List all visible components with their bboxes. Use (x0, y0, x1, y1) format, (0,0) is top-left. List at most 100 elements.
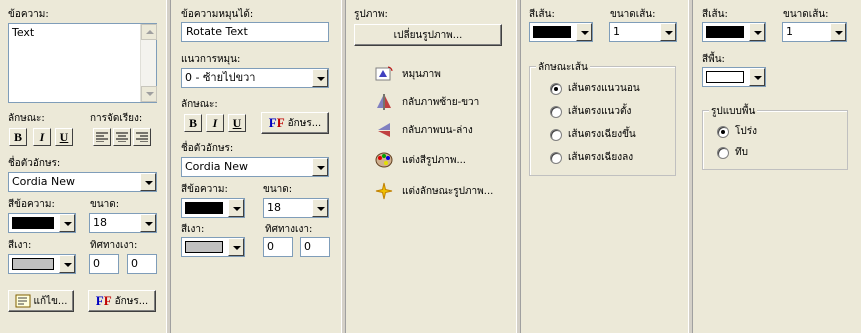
style-label: ลักษณะ: (8, 113, 45, 124)
radio-diagonal-up[interactable]: เส้นตรงเฉียงขึ้น (550, 127, 636, 142)
italic-button[interactable]: I (33, 128, 51, 146)
change-image-button[interactable]: เปลี่ยนรูปภาพ... (354, 24, 502, 46)
text-color-swatch (185, 202, 223, 214)
radio-vertical[interactable]: เส้นตรงแนวตั้ง (550, 104, 631, 119)
underline-button[interactable]: U (55, 128, 73, 146)
linesize-select[interactable]: 1 (782, 22, 847, 42)
text-properties-panel: ข้อความ: Text ลักษณะ: การจัดเรียง: B I U… (0, 0, 166, 333)
shadowcolor-select[interactable] (8, 254, 76, 274)
palette-icon (374, 150, 394, 170)
radio-unchecked-icon (717, 146, 729, 159)
chevron-down-icon[interactable] (228, 199, 244, 217)
radio-opaque-label: ทึบ (735, 147, 748, 158)
font-button[interactable]: FF อักษร... (261, 112, 329, 134)
shadowdir-label: ทิศทางเงา: (90, 240, 138, 251)
recolor-label: แต่งสีรูปภาพ... (402, 154, 466, 166)
linesize-select[interactable]: 1 (609, 22, 677, 42)
shadow-x-input[interactable]: 0 (263, 237, 293, 257)
flip-vertical-action[interactable]: กลับภาพบน-ล่าง (374, 120, 473, 140)
size-label: ขนาด: (263, 184, 293, 195)
shadow-label: สีเงา: (181, 224, 205, 235)
fontname-select[interactable]: Cordia New (181, 157, 329, 177)
size-select[interactable]: 18 (89, 213, 157, 233)
chevron-down-icon[interactable] (312, 69, 328, 87)
textcolor-select[interactable] (181, 198, 245, 218)
rotate-image-label: หมุนภาพ (402, 68, 441, 80)
fillcolor-select[interactable] (702, 67, 766, 87)
shadow-y-input[interactable]: 0 (300, 237, 330, 257)
bold-button[interactable]: B (184, 114, 202, 132)
image-effects-action[interactable]: แต่งลักษณะรูปภาพ... (374, 181, 493, 201)
chevron-down-icon[interactable] (312, 199, 328, 217)
chevron-down-icon[interactable] (749, 68, 765, 86)
linesize-label: ขนาดเส้น: (610, 9, 656, 20)
radio-diagonal-down[interactable]: เส้นตรงเฉียงลง (550, 150, 633, 165)
shadow-x-input[interactable]: 0 (89, 254, 119, 274)
shadow-color-swatch (185, 241, 223, 253)
recolor-action[interactable]: แต่งสีรูปภาพ... (374, 150, 466, 170)
flip-vertical-icon (374, 120, 394, 140)
chevron-down-icon[interactable] (576, 23, 592, 41)
chevron-down-icon[interactable] (228, 238, 244, 256)
scroll-down-icon[interactable] (141, 86, 157, 102)
font-icon: FF (95, 293, 112, 308)
linecolor-select[interactable] (529, 22, 593, 42)
textcolor-select[interactable] (8, 213, 76, 233)
bgstyle-group: รูปแบบพื้น (702, 104, 848, 170)
font-button-label: อักษร... (287, 117, 322, 129)
chevron-down-icon[interactable] (59, 214, 75, 232)
rotate-text-input[interactable]: Rotate Text (181, 22, 329, 42)
chevron-down-icon[interactable] (749, 23, 765, 41)
linecolor-label: สีเส้น: (702, 9, 728, 20)
image-effects-label: แต่งลักษณะรูปภาพ... (402, 185, 494, 197)
bgstyle-group-title: รูปแบบพื้น (709, 104, 758, 119)
chevron-down-icon[interactable] (140, 214, 156, 232)
shadowcolor-select[interactable] (181, 237, 245, 257)
flip-horizontal-label: กลับภาพซ้าย-ขวา (402, 96, 480, 108)
underline-button[interactable]: U (228, 114, 246, 132)
rotate-image-icon (374, 64, 394, 84)
radio-opaque[interactable]: ทึบ (717, 145, 748, 160)
direction-label: แนวการหมุน: (181, 54, 241, 65)
message-textarea[interactable]: Text (8, 23, 157, 103)
size-value: 18 (93, 216, 107, 229)
flip-horizontal-icon (374, 92, 394, 112)
align-buttons (93, 128, 153, 146)
rotate-text-panel: ข้อความหมุนได้: Rotate Text แนวการหมุน: … (171, 0, 341, 333)
image-properties-panel: รูปภาพ: เปลี่ยนรูปภาพ... หมุนภาพ กลับภาพ… (346, 0, 516, 333)
italic-button[interactable]: I (206, 114, 224, 132)
linesize-value: 1 (786, 25, 793, 38)
chevron-down-icon[interactable] (830, 23, 846, 41)
align-center-icon[interactable] (113, 128, 131, 146)
radio-transparent[interactable]: โปร่ง (717, 124, 757, 139)
radio-horizontal[interactable]: เส้นตรงแนวนอน (550, 81, 640, 96)
edit-button[interactable]: แก้ไข... (8, 290, 74, 312)
align-left-icon[interactable] (93, 128, 111, 146)
fontname-label: ชื่อตัวอักษร: (8, 158, 61, 169)
chevron-down-icon[interactable] (59, 255, 75, 273)
rotate-image-action[interactable]: หมุนภาพ (374, 64, 441, 84)
chevron-down-icon[interactable] (312, 158, 328, 176)
fontname-value: Cordia New (185, 160, 249, 173)
font-button[interactable]: FF อักษร... (88, 290, 156, 312)
shadowdir-label: ทิศทางเงา: (265, 224, 313, 235)
font-button-label: อักษร... (114, 295, 149, 307)
linecolor-select[interactable] (702, 22, 766, 42)
direction-select[interactable]: 0 - ซ้ายไปขวา (181, 68, 329, 88)
scroll-up-icon[interactable] (141, 24, 157, 40)
message-scrollbar[interactable] (140, 24, 157, 102)
shadow-y-input[interactable]: 0 (127, 254, 157, 274)
align-right-icon[interactable] (133, 128, 151, 146)
size-select[interactable]: 18 (263, 198, 329, 218)
chevron-down-icon[interactable] (660, 23, 676, 41)
sparkle-icon (374, 181, 394, 201)
line-color-swatch (706, 26, 744, 38)
chevron-down-icon[interactable] (140, 173, 156, 191)
direction-value: 0 - ซ้ายไปขวา (185, 71, 256, 84)
linesize-label: ขนาดเส้น: (783, 9, 829, 20)
fontname-select[interactable]: Cordia New (8, 172, 157, 192)
shadow-color-swatch (12, 258, 54, 270)
shape-properties-panel: สีเส้น: ขนาดเส้น: 1 สีพื้น: รูปแบบพื้น โ… (693, 0, 861, 333)
bold-button[interactable]: B (9, 128, 27, 146)
flip-horizontal-action[interactable]: กลับภาพซ้าย-ขวา (374, 92, 479, 112)
